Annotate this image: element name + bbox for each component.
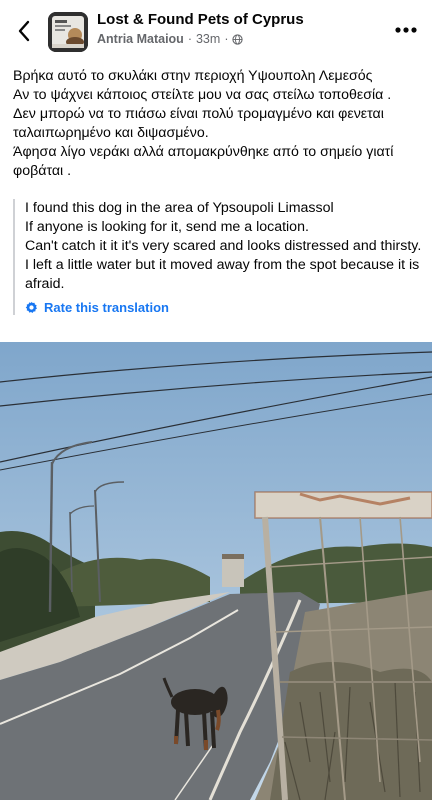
author-name[interactable]: Antria Mataiou [97,32,184,46]
post-line: Αν το ψάχνει κάποιος στείλτε μου να σας … [13,87,392,103]
gear-icon [25,301,37,313]
translation-line: Can't catch it it it's very scared and l… [25,238,422,254]
rate-translation-label: Rate this translation [44,300,169,315]
post-time[interactable]: 33m [196,32,220,46]
translated-text: I found this dog in the area of Ypsoupol… [25,199,425,294]
group-avatar[interactable] [48,12,88,52]
back-button[interactable] [10,14,38,48]
meta-separator: · [187,32,192,46]
post-body-greek: Βρήκα αυτό το σκυλάκι στην περιοχή Υψουπ… [13,67,423,181]
post-line: Άφησα λίγο νεράκι αλλά απομακρύνθηκε από… [13,144,394,179]
post-meta: Antria Mataiou · 33m · [97,32,244,46]
translation-line: I found this dog in the area of Ypsoupol… [25,200,334,216]
post-photo[interactable] [0,342,432,800]
translation-line: I left a little water but it moved away … [25,257,420,292]
more-options-button[interactable] [394,20,418,40]
more-dots-icon [395,27,417,33]
post-line: Βρήκα αυτό το σκυλάκι στην περιοχή Υψουπ… [13,68,373,84]
back-arrow-icon [18,20,30,42]
globe-icon [232,33,244,45]
post-header: Lost & Found Pets of Cyprus Antria Matai… [0,0,432,62]
translation-block: I found this dog in the area of Ypsoupol… [13,199,425,315]
post-line: Δεν μπορώ να το πιάσω είναι πολύ τρομαγμ… [13,106,384,141]
meta-separator-2: · [224,32,229,46]
group-name[interactable]: Lost & Found Pets of Cyprus [97,11,304,28]
rate-translation-button[interactable]: Rate this translation [25,300,425,315]
translation-line: If anyone is looking for it, send me a l… [25,219,309,235]
